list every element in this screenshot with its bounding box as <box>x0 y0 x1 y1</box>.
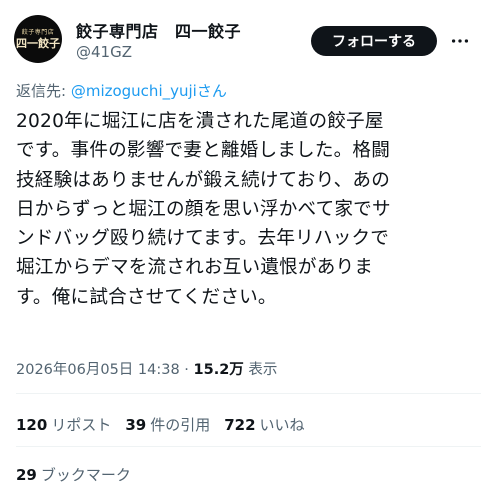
reposts-stat[interactable]: 120 リポスト <box>16 416 125 434</box>
tweet-meta: 2026年06月05日 14:38 · 15.2万 表示 <box>16 358 277 379</box>
divider <box>16 446 481 447</box>
author-display-name[interactable]: 餃子専門店 四一餃子 <box>76 18 241 42</box>
view-label: 表示 <box>243 362 278 378</box>
reply-to-label: 返信先: <box>16 82 71 100</box>
quotes-count: 39 <box>125 416 147 434</box>
likes-count: 722 <box>224 416 256 434</box>
tweet-text-line: 堀江からデマを流されお互い遺恨がありま <box>16 257 374 279</box>
more-horizontal-icon[interactable] <box>449 30 471 52</box>
bookmarks-label: ブックマーク <box>40 466 131 484</box>
engagement-stats: 120 リポスト 39 件の引用 722 いいね <box>16 414 319 435</box>
reply-to-line: 返信先: @mizoguchi_yujiさん <box>16 80 227 101</box>
tweet-text-line: です。事件の影響で妻と離婚しました。格闘 <box>16 140 391 162</box>
tweet-text-line: 2020年に堀江に店を潰された尾道の餃子屋 <box>16 111 384 132</box>
tweet-text-line: す。俺に試合させてください。 <box>16 286 277 308</box>
meta-separator: · <box>179 362 194 378</box>
quotes-label: 件の引用 <box>150 416 211 434</box>
follow-button[interactable]: フォローする <box>311 26 437 56</box>
tweet-header: 餃子専門店 四一餃子 餃子専門店 四一餃子 @41GZ フォローする <box>0 0 481 76</box>
tweet-timestamp[interactable]: 2026年06月05日 14:38 <box>16 362 180 378</box>
avatar-title: 四一餃子 <box>16 36 60 50</box>
reposts-label: リポスト <box>51 416 112 434</box>
author-handle[interactable]: @41GZ <box>76 43 132 61</box>
quotes-stat[interactable]: 39 件の引用 <box>125 416 224 434</box>
tweet-text-line: 日からずっと堀江の顔を思い浮かべて家でサ <box>16 198 391 220</box>
avatar[interactable]: 餃子専門店 四一餃子 <box>14 15 62 63</box>
bookmarks-stat[interactable]: 29 ブックマーク <box>16 464 131 485</box>
reply-mention-link[interactable]: @mizoguchi_yujiさん <box>71 82 227 100</box>
reposts-count: 120 <box>16 416 48 434</box>
likes-label: いいね <box>259 416 305 434</box>
likes-stat[interactable]: 722 いいね <box>224 416 318 434</box>
avatar-subtitle: 餃子専門店 <box>21 28 55 36</box>
tweet-text-line: ンドバッグ殴り続けてます。去年リハックで <box>16 228 390 250</box>
view-count: 15.2万 <box>193 362 244 378</box>
tweet-text-line: 技経験はありませんが鍛え続けており、あの <box>16 169 391 191</box>
tweet-text: 2020年に堀江に店を潰された尾道の餃子屋 です。事件の影響で妻と離婚しました。… <box>16 107 474 312</box>
bookmarks-count: 29 <box>16 466 37 484</box>
divider <box>16 393 481 394</box>
